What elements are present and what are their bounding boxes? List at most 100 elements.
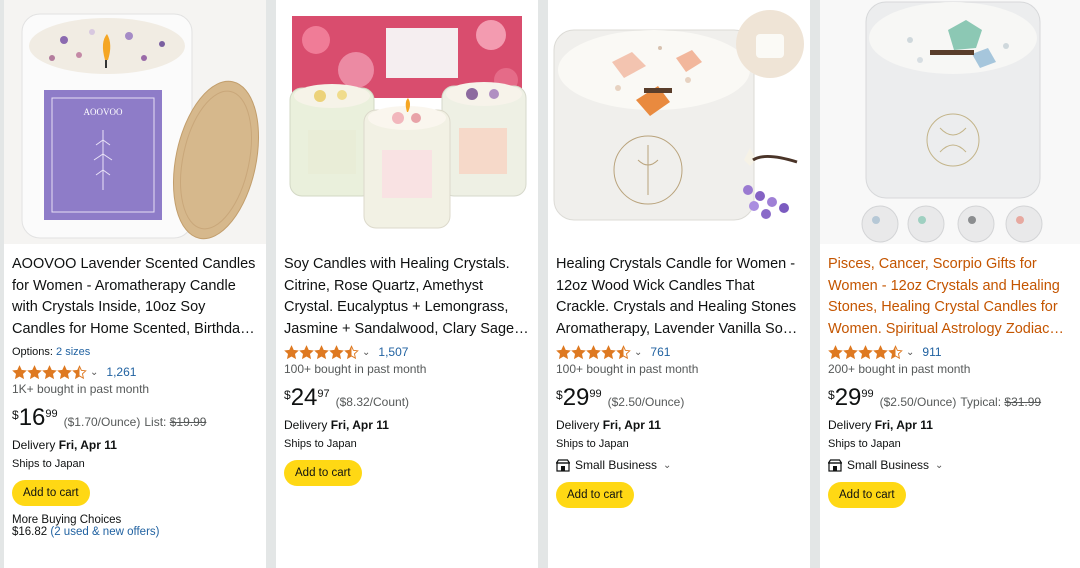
- delivery: Delivery Fri, Apr 11: [828, 418, 1076, 432]
- review-count-link[interactable]: 1,507: [378, 345, 408, 359]
- star-rating[interactable]: [556, 344, 631, 360]
- typical-label: Typical:: [960, 395, 1002, 409]
- price[interactable]: $ 29 99 ($2.50/Ounce): [556, 386, 804, 414]
- product-details: Healing Crystals Candle for Women - 12oz…: [556, 254, 804, 508]
- star-rating[interactable]: [12, 364, 87, 380]
- star-icon: [329, 344, 344, 360]
- small-business-label: Small Business: [575, 458, 658, 472]
- unit-price: ($2.50/Ounce): [607, 395, 685, 409]
- delivery: Delivery Fri, Apr 11: [556, 418, 804, 432]
- price-fraction: 97: [317, 388, 330, 400]
- more-price-value: $16.82: [12, 526, 48, 538]
- ships-to: Ships to Japan: [284, 438, 357, 450]
- star-icon: [344, 344, 359, 360]
- star-icon: [314, 344, 329, 360]
- product-title[interactable]: Healing Crystals Candle for Women - 12oz…: [556, 254, 804, 340]
- unit-price: ($2.50/Ounce): [879, 395, 957, 409]
- add-to-cart-button[interactable]: Add to cart: [556, 482, 634, 508]
- bought-count: 200+ bought in past month: [828, 362, 971, 376]
- results-grid: AOOVOO AOOVOO Lavender Scented Candles f…: [0, 0, 1080, 568]
- star-icon: [843, 344, 858, 360]
- product-card: Healing Crystals Candle for Women - 12oz…: [548, 0, 810, 568]
- options-label: Options:: [12, 346, 53, 358]
- review-count-link[interactable]: 911: [922, 345, 941, 359]
- price-fraction: 99: [861, 388, 874, 400]
- product-details: AOOVOO Lavender Scented Candles for Wome…: [12, 254, 260, 538]
- small-business-badge[interactable]: Small Business ⌄: [828, 458, 1076, 472]
- typical-price-value: $31.99: [1004, 395, 1042, 409]
- chevron-down-icon[interactable]: ⌄: [362, 347, 370, 358]
- delivery-date: Fri, Apr 11: [602, 418, 661, 432]
- product-title[interactable]: Soy Candles with Healing Crystals. Citri…: [284, 254, 532, 340]
- star-rating[interactable]: [828, 344, 903, 360]
- product-title[interactable]: Pisces, Cancer, Scorpio Gifts for Women …: [828, 254, 1076, 340]
- price-fraction: 99: [45, 408, 58, 420]
- delivery-date: Fri, Apr 11: [330, 418, 389, 432]
- product-image[interactable]: AOOVOO: [4, 0, 266, 244]
- ships-to: Ships to Japan: [556, 438, 629, 450]
- price-currency: $: [284, 388, 291, 402]
- star-icon: [27, 364, 42, 380]
- star-icon: [888, 344, 903, 360]
- small-business-badge[interactable]: Small Business ⌄: [556, 458, 804, 472]
- list-price: List: $19.99: [144, 415, 206, 429]
- price[interactable]: $ 16 99 ($1.70/Ounce) List: $19.99: [12, 406, 260, 434]
- price-whole: 24: [290, 384, 318, 411]
- product-image[interactable]: [548, 0, 810, 244]
- product-card: Soy Candles with Healing Crystals. Citri…: [276, 0, 538, 568]
- star-icon: [873, 344, 888, 360]
- product-title[interactable]: AOOVOO Lavender Scented Candles for Wome…: [12, 254, 260, 340]
- delivery-date: Fri, Apr 11: [874, 418, 933, 432]
- options-sizes-link[interactable]: 2 sizes: [56, 346, 90, 358]
- list-price-value: $19.99: [169, 415, 207, 429]
- price-fraction: 99: [589, 388, 602, 400]
- add-to-cart-button[interactable]: Add to cart: [284, 460, 362, 486]
- chevron-down-icon[interactable]: ⌄: [906, 347, 914, 358]
- delivery-label: Delivery: [12, 438, 56, 452]
- star-icon: [57, 364, 72, 380]
- delivery: Delivery Fri, Apr 11: [284, 418, 532, 432]
- product-details: Soy Candles with Healing Crystals. Citri…: [284, 254, 532, 486]
- price-currency: $: [556, 388, 563, 402]
- price-whole: 16: [18, 404, 46, 431]
- unit-price: ($8.32/Count): [335, 395, 410, 409]
- price[interactable]: $ 29 99 ($2.50/Ounce) Typical: $31.99: [828, 386, 1076, 414]
- delivery-date: Fri, Apr 11: [58, 438, 117, 452]
- star-rating[interactable]: [284, 344, 359, 360]
- rating-row: ⌄ 1,261: [12, 364, 260, 380]
- add-to-cart-button[interactable]: Add to cart: [828, 482, 906, 508]
- price-currency: $: [828, 388, 835, 402]
- star-icon: [284, 344, 299, 360]
- unit-price: ($1.70/Ounce): [63, 415, 141, 429]
- star-icon: [616, 344, 631, 360]
- chevron-down-icon[interactable]: ⌄: [634, 347, 642, 358]
- bought-count: 100+ bought in past month: [556, 362, 699, 376]
- small-business-label: Small Business: [847, 458, 930, 472]
- star-icon: [556, 344, 571, 360]
- star-icon: [586, 344, 601, 360]
- bought-count: 1K+ bought in past month: [12, 382, 150, 396]
- ships-to: Ships to Japan: [828, 438, 901, 450]
- chevron-down-icon[interactable]: ⌄: [90, 367, 98, 378]
- brand-label: AOOVOO: [84, 107, 123, 117]
- star-icon: [828, 344, 843, 360]
- delivery-label: Delivery: [556, 418, 600, 432]
- more-offers-link[interactable]: (2 used & new offers): [50, 526, 159, 538]
- chevron-down-icon[interactable]: ⌄: [663, 460, 671, 471]
- star-icon: [299, 344, 314, 360]
- chevron-down-icon[interactable]: ⌄: [935, 460, 943, 471]
- review-count-link[interactable]: 1,261: [106, 365, 136, 379]
- product-image[interactable]: [820, 0, 1080, 244]
- star-icon: [571, 344, 586, 360]
- product-card: AOOVOO AOOVOO Lavender Scented Candles f…: [4, 0, 266, 568]
- price[interactable]: $ 24 97 ($8.32/Count): [284, 386, 532, 414]
- star-icon: [12, 364, 27, 380]
- star-icon: [858, 344, 873, 360]
- product-image[interactable]: [276, 0, 538, 244]
- product-card: Pisces, Cancer, Scorpio Gifts for Women …: [820, 0, 1080, 568]
- typical-price: Typical: $31.99: [960, 395, 1041, 409]
- add-to-cart-button[interactable]: Add to cart: [12, 480, 90, 506]
- price-whole: 29: [562, 384, 590, 411]
- review-count-link[interactable]: 761: [650, 345, 670, 359]
- price-currency: $: [12, 408, 19, 422]
